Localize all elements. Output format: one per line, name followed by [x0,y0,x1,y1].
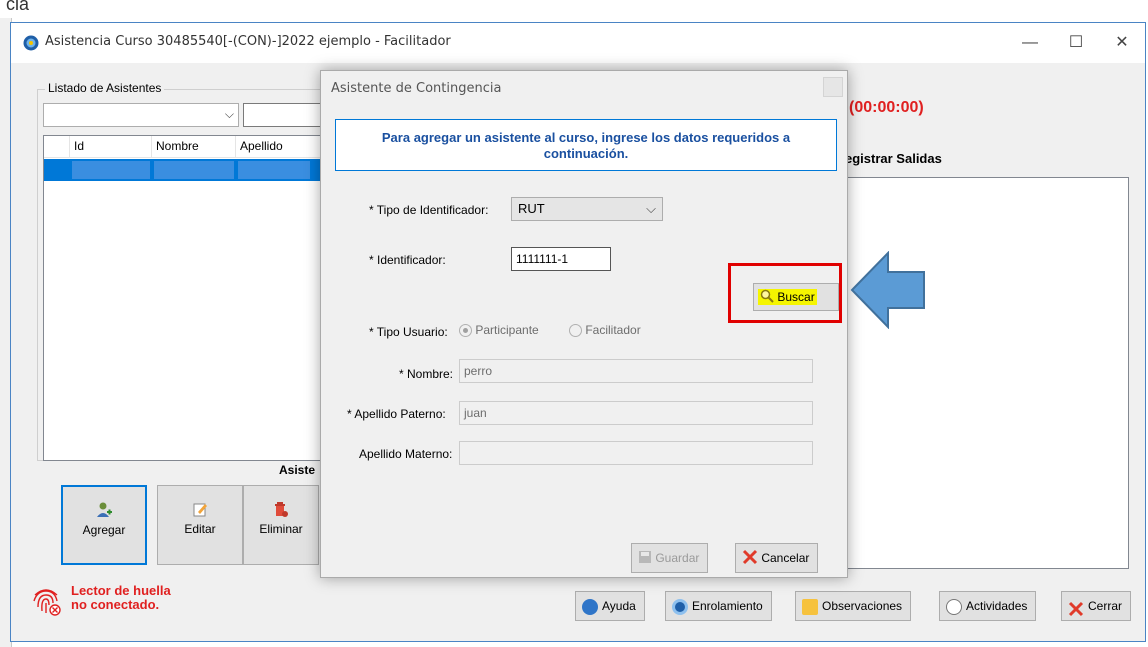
chevron-down-icon: ⌵ [646,201,656,216]
id-type-value: RUT [518,201,545,216]
chevron-down-icon: ⌵ [224,107,234,121]
user-type-label: * Tipo Usuario: [369,325,448,339]
participant-radio[interactable] [459,324,472,338]
column-header-id[interactable]: Id [70,136,152,158]
row-header-cell [44,136,70,158]
maximize-button[interactable]: ☐ [1053,23,1099,63]
name-field[interactable]: perro [459,359,813,383]
attendee-filter-select[interactable]: ⌵ [43,103,239,127]
activities-label: Actividades [966,599,1028,613]
help-label: Ayuda [602,599,636,613]
exits-list[interactable] [839,177,1129,569]
add-attendee-label: Agregar [82,523,126,537]
edit-icon [158,500,242,522]
close-label: Cerrar [1088,599,1123,613]
fingerprint-status: Lector de huella no conectado. [71,584,171,612]
user-type-facilitator-option[interactable]: Facilitador [569,323,641,338]
maternal-surname-field[interactable] [459,441,813,465]
column-header-nombre[interactable]: Nombre [152,136,236,158]
contingency-dialog: Asistente de Contingencia Para agregar u… [320,70,848,578]
arrow-left-icon [850,251,925,329]
id-type-select[interactable]: RUT ⌵ [511,197,663,221]
observations-button[interactable]: Observaciones [795,591,912,621]
help-icon [582,598,598,615]
edit-attendee-button[interactable]: Editar [157,485,243,565]
close-x-icon [1068,599,1084,616]
note-icon [802,598,818,615]
register-exits-title: egistrar Salidas [845,151,942,166]
dialog-instructions: Para agregar un asistente al curso, ingr… [335,119,837,171]
clock-icon [946,598,962,615]
id-type-label: * Tipo de Identificador: [369,203,489,217]
delete-attendee-button[interactable]: Eliminar [243,485,319,565]
help-button[interactable]: Ayuda [575,591,645,621]
cancel-button[interactable]: Cancelar [735,543,819,573]
activities-button[interactable]: Actividades [939,591,1037,621]
dialog-close-button[interactable] [823,77,843,97]
minimize-button[interactable]: — [1007,23,1053,63]
identifier-input[interactable]: 1111111-1 [511,247,611,271]
enrollment-icon [672,598,688,615]
close-window-button[interactable]: ✕ [1099,23,1145,63]
window-title: Asistencia Curso 30485540[-(CON)-]2022 e… [45,34,451,49]
background-title-fragment: cia [6,0,30,14]
save-icon [639,551,651,563]
attendee-footer-label: Asiste [279,463,316,477]
user-type-participant-option[interactable]: Participante [459,323,539,338]
fingerprint-status-line1: Lector de huella [71,583,171,598]
attendee-table[interactable]: Id Nombre Apellido [43,135,344,461]
cancel-label: Cancelar [761,551,810,565]
add-attendee-button[interactable]: Agregar [61,485,147,565]
delete-attendee-label: Eliminar [259,522,303,536]
enrollment-button[interactable]: Enrolamiento [665,591,772,621]
table-cell [72,161,150,179]
add-user-icon [63,501,145,523]
table-cell [238,161,310,179]
close-button[interactable]: Cerrar [1061,591,1132,621]
trash-icon [244,500,318,522]
save-label: Guardar [655,551,700,565]
facilitator-radio[interactable] [569,324,582,338]
facilitator-label: Facilitador [585,323,641,337]
table-row[interactable] [44,159,342,181]
fingerprint-icon [33,589,61,616]
observations-label: Observaciones [822,599,903,613]
highlight-box [728,263,842,323]
participant-label: Participante [475,323,539,337]
elapsed-timer: (00:00:00) [849,99,924,116]
paternal-surname-label: * Apellido Paterno: [347,407,446,421]
identifier-label: * Identificador: [369,253,446,267]
maternal-surname-label: Apellido Materno: [359,447,453,461]
cancel-x-icon [742,549,758,565]
dialog-title: Asistente de Contingencia [331,81,502,96]
enrollment-label: Enrolamiento [692,599,763,613]
app-logo-icon [23,35,39,51]
table-header: Id Nombre Apellido [44,136,344,158]
fingerprint-status-line2: no conectado. [71,597,160,612]
name-label: * Nombre: [399,367,454,381]
edit-attendee-label: Editar [184,522,216,536]
attendee-list-label: Listado de Asistentes [45,81,165,95]
paternal-surname-field[interactable]: juan [459,401,813,425]
table-cell [154,161,234,179]
title-bar: Asistencia Curso 30485540[-(CON)-]2022 e… [11,23,1145,63]
save-button[interactable]: Guardar [631,543,709,573]
